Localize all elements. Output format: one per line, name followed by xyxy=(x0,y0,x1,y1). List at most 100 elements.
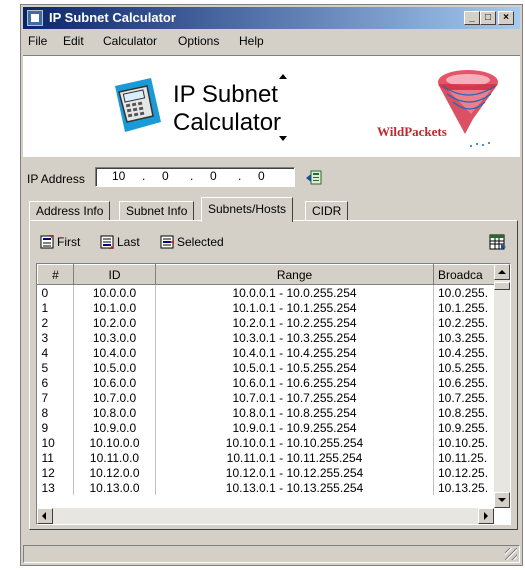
cell-range: 10.2.0.1 - 10.2.255.254 xyxy=(155,315,434,330)
first-label: First xyxy=(57,235,81,249)
cell-number: 0 xyxy=(37,284,74,300)
status-bar xyxy=(23,545,520,563)
menu-file[interactable]: File xyxy=(28,34,47,48)
cell-number: 8 xyxy=(37,405,74,420)
window-title: IP Subnet Calculator xyxy=(49,10,176,25)
app-window: IP Subnet Calculator _ □ × File Edit Cal… xyxy=(20,4,523,566)
cell-range: 10.11.0.1 - 10.11.255.254 xyxy=(155,450,434,465)
column-header-id[interactable]: ID xyxy=(73,264,156,285)
tab-subnet-info[interactable]: Subnet Info xyxy=(119,201,195,221)
menu-help[interactable]: Help xyxy=(239,34,264,48)
cell-id: 10.5.0.0 xyxy=(73,360,156,375)
banner: IP Subnet Calculator WildPackets xyxy=(23,55,520,157)
cell-id: 10.6.0.0 xyxy=(73,375,156,390)
close-button[interactable]: × xyxy=(498,11,514,25)
cell-number: 11 xyxy=(37,450,74,465)
table-row[interactable]: 9 10.9.0.0 10.9.0.1 - 10.9.255.254 10.9.255… xyxy=(37,420,510,435)
table-row[interactable]: 1 10.1.0.0 10.1.0.1 - 10.1.255.254 10.1.255… xyxy=(37,300,510,315)
column-header-number[interactable]: # xyxy=(37,264,74,285)
title-bar[interactable]: IP Subnet Calculator _ □ × xyxy=(23,7,520,29)
scroll-up-button[interactable] xyxy=(494,264,510,280)
horizontal-scrollbar[interactable] xyxy=(37,508,494,524)
cell-number: 3 xyxy=(37,330,74,345)
table-header-row: # ID Range Broadca xyxy=(37,264,510,285)
tab-address-info[interactable]: Address Info xyxy=(29,201,111,221)
cell-range: 10.10.0.1 - 10.10.255.254 xyxy=(155,435,434,450)
up-arrow-icon xyxy=(279,74,287,79)
table-row[interactable]: 4 10.4.0.0 10.4.0.1 - 10.4.255.254 10.4.255… xyxy=(37,345,510,360)
table-row[interactable]: 12 10.12.0.0 10.12.0.1 - 10.12.255.254 10.1… xyxy=(37,465,510,480)
cell-number: 7 xyxy=(37,390,74,405)
down-arrow-icon xyxy=(279,136,287,141)
cell-id: 10.12.0.0 xyxy=(73,465,156,480)
subnets-table[interactable]: # ID Range Broadca 0 10.0.0.0 10.0.0.1 - 1… xyxy=(36,263,511,525)
menu-calculator[interactable]: Calculator xyxy=(103,34,157,48)
ip-octet-3[interactable]: 0 xyxy=(210,169,217,183)
table-row[interactable]: 13 10.13.0.0 10.13.0.1 - 10.13.255.254 10.1… xyxy=(37,480,510,495)
table-row[interactable]: 10 10.10.0.0 10.10.0.1 - 10.10.255.254 10.1… xyxy=(37,435,510,450)
cell-range: 10.7.0.1 - 10.7.255.254 xyxy=(155,390,434,405)
ip-octet-4[interactable]: 0 xyxy=(258,169,265,183)
logo-text: WildPackets xyxy=(377,124,447,139)
cell-id: 10.0.0.0 xyxy=(73,284,156,300)
cell-id: 10.3.0.0 xyxy=(73,330,156,345)
cell-number: 1 xyxy=(37,300,74,315)
column-header-range[interactable]: Range xyxy=(155,264,434,285)
cell-id: 10.4.0.0 xyxy=(73,345,156,360)
banner-line-1: IP Subnet xyxy=(173,81,278,108)
cell-id: 10.8.0.0 xyxy=(73,405,156,420)
vertical-scroll-thumb[interactable] xyxy=(494,282,510,290)
cell-range: 10.9.0.1 - 10.9.255.254 xyxy=(155,420,434,435)
vertical-scrollbar[interactable] xyxy=(494,264,510,508)
first-button[interactable]: First xyxy=(40,233,80,251)
cell-number: 12 xyxy=(37,465,74,480)
cell-id: 10.9.0.0 xyxy=(73,420,156,435)
scroll-left-button[interactable] xyxy=(37,508,53,524)
banner-line-2: Calculator xyxy=(173,109,282,136)
cell-number: 13 xyxy=(37,480,74,495)
first-icon xyxy=(40,235,54,249)
calculator-icon xyxy=(115,78,161,132)
table-row[interactable]: 6 10.6.0.0 10.6.0.1 - 10.6.255.254 10.6.255… xyxy=(37,375,510,390)
cell-id: 10.11.0.0 xyxy=(73,450,156,465)
cell-range: 10.1.0.1 - 10.1.255.254 xyxy=(155,300,434,315)
cell-range: 10.13.0.1 - 10.13.255.254 xyxy=(155,480,434,495)
table-row[interactable]: 2 10.2.0.0 10.2.0.1 - 10.2.255.254 10.2.255… xyxy=(37,315,510,330)
table-row[interactable]: 3 10.3.0.0 10.3.0.1 - 10.3.255.254 10.3.255… xyxy=(37,330,510,345)
tab-subnets-hosts[interactable]: Subnets/Hosts xyxy=(201,197,294,222)
scroll-right-button[interactable] xyxy=(478,508,494,524)
selected-label: Selected xyxy=(177,235,224,249)
scroll-down-button[interactable] xyxy=(494,492,510,508)
maximize-button[interactable]: □ xyxy=(480,11,496,25)
cell-id: 10.13.0.0 xyxy=(73,480,156,495)
export-table-icon[interactable] xyxy=(489,233,507,251)
menu-options[interactable]: Options xyxy=(178,34,219,48)
cell-number: 10 xyxy=(37,435,74,450)
ip-address-input[interactable]: 10 . 0 . 0 . 0 xyxy=(95,167,295,187)
resize-grip[interactable] xyxy=(505,548,517,560)
minimize-button[interactable]: _ xyxy=(464,11,480,25)
table-row[interactable]: 7 10.7.0.0 10.7.0.1 - 10.7.255.254 10.7.255… xyxy=(37,390,510,405)
cell-range: 10.0.0.1 - 10.0.255.254 xyxy=(155,284,434,300)
scroll-down-icon xyxy=(498,498,506,502)
selected-icon xyxy=(160,235,174,249)
cell-number: 5 xyxy=(37,360,74,375)
table-row[interactable]: 11 10.11.0.0 10.11.0.1 - 10.11.255.254 10.1… xyxy=(37,450,510,465)
cell-number: 2 xyxy=(37,315,74,330)
menu-edit[interactable]: Edit xyxy=(63,34,84,48)
ip-octet-2[interactable]: 0 xyxy=(162,169,169,183)
cell-range: 10.12.0.1 - 10.12.255.254 xyxy=(155,465,434,480)
last-button[interactable]: Last xyxy=(100,233,140,251)
selected-button[interactable]: Selected xyxy=(160,233,224,251)
calculate-icon[interactable] xyxy=(305,169,323,187)
ip-octet-1[interactable]: 10 xyxy=(112,169,125,183)
ip-address-label: IP Address xyxy=(27,172,85,186)
tab-cidr[interactable]: CIDR xyxy=(305,201,349,221)
table-row[interactable]: 5 10.5.0.0 10.5.0.1 - 10.5.255.254 10.5.255… xyxy=(37,360,510,375)
table-row[interactable]: 0 10.0.0.0 10.0.0.1 - 10.0.255.254 10.0.255… xyxy=(37,284,510,300)
table-row[interactable]: 8 10.8.0.0 10.8.0.1 - 10.8.255.254 10.8.255… xyxy=(37,405,510,420)
cell-id: 10.10.0.0 xyxy=(73,435,156,450)
app-icon[interactable] xyxy=(27,10,43,26)
cell-range: 10.4.0.1 - 10.4.255.254 xyxy=(155,345,434,360)
cell-number: 9 xyxy=(37,420,74,435)
